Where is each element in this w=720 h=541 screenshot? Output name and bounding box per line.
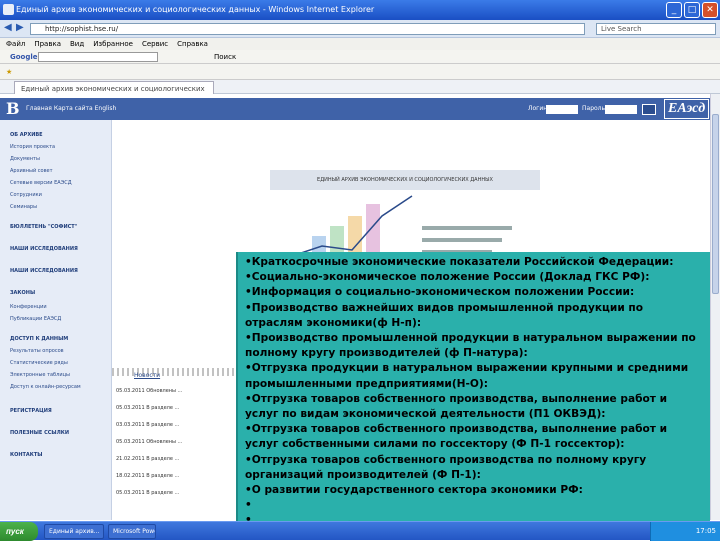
news-item[interactable]: 05.03.2011 В разделе ... (116, 400, 242, 417)
forward-icon[interactable]: ▶ (16, 22, 24, 33)
sidebar-item[interactable]: ОБ АРХИВЕ (10, 132, 43, 138)
sidebar-item[interactable]: РЕГИСТРАЦИЯ (10, 408, 52, 414)
favorites-star-icon[interactable]: ★ (6, 64, 12, 80)
taskbar-task[interactable]: Единый архив... (44, 524, 104, 539)
close-button[interactable]: ✕ (702, 2, 718, 18)
back-icon[interactable]: ◀ (4, 22, 12, 33)
overlay-line: •Социально-экономическое положение Росси… (245, 271, 650, 284)
news-item[interactable]: 05.03.2011 Обновлены ... (116, 434, 242, 451)
overlay-line: •О развитии государственного сектора эко… (245, 484, 583, 497)
sidebar-item[interactable]: Конференции (10, 304, 47, 310)
menu-bar: Файл Правка Вид Избранное Сервис Справка (0, 38, 720, 50)
news-item[interactable]: 05.03.2011 В разделе ... (116, 485, 242, 502)
notebook-spiral (112, 368, 242, 376)
news-list: 05.03.2011 Обновлены ... 05.03.2011 В ра… (112, 383, 242, 520)
overlay-line: •Отгрузка товаров собственного производс… (245, 423, 668, 451)
sidebar-item[interactable]: Сетевые версии ЕАЭСД (10, 180, 72, 186)
favorites-bar: ★ (0, 64, 720, 80)
menu-edit[interactable]: Правка (34, 38, 61, 50)
sidebar-item[interactable]: Публикации ЕАЭСД (10, 316, 61, 322)
sidebar-item[interactable]: ЗАКОНЫ (10, 290, 35, 296)
google-label: Google (10, 53, 38, 61)
sidebar-item[interactable]: Документы (10, 156, 40, 162)
overlay-line: •Отгрузка продукции в натуральном выраже… (245, 362, 689, 390)
sidebar-item[interactable]: НАШИ ИССЛЕДОВАНИЯ (10, 268, 78, 274)
password-label: Пароль (582, 105, 606, 112)
browser-tab[interactable]: Единый архив экономических и социологиче… (14, 81, 214, 107)
search-input[interactable]: Live Search (596, 23, 716, 35)
sidebar-item[interactable]: НАШИ ИССЛЕДОВАНИЯ (10, 246, 78, 252)
overlay-line: •Отгрузка товаров собственного производс… (245, 392, 668, 421)
vertical-scrollbar[interactable] (710, 94, 720, 520)
overlay-line: •Краткосрочные экономические показатели … (245, 256, 674, 268)
taskbar: пуск Единый архив... Microsoft PowerPoin… (0, 521, 720, 541)
browser-title-bar: Единый архив экономических и социологиче… (0, 0, 720, 20)
news-item[interactable]: 21.02.2011 В разделе ... (116, 451, 242, 468)
menu-view[interactable]: Вид (70, 38, 84, 50)
sidebar-item[interactable]: Семинары (10, 204, 37, 210)
news-item[interactable]: 03.03.2011 В разделе ... (116, 417, 242, 434)
menu-favorites[interactable]: Избранное (93, 38, 133, 50)
maximize-button[interactable]: □ (684, 2, 700, 18)
clock: 17:05 (695, 527, 716, 535)
overlay-line: • (245, 499, 252, 512)
sidebar-item[interactable]: Результаты опросов (10, 348, 64, 354)
sidebar-item[interactable]: Архивный совет (10, 168, 53, 174)
overlay-line: •Производство важнейших видов промышленн… (245, 301, 644, 329)
sidebar-item[interactable]: Сотрудники (10, 192, 42, 198)
tab-row: Единый архив экономических и социологиче… (0, 80, 720, 107)
scroll-thumb[interactable] (712, 114, 719, 294)
sidebar-item[interactable]: ДОСТУП К ДАННЫМ (10, 336, 68, 342)
login-label: Логин (528, 105, 548, 112)
window-title: Единый архив экономических и социологиче… (16, 5, 375, 14)
menu-tools[interactable]: Сервис (142, 38, 168, 50)
sidebar-item[interactable]: Доступ к онлайн-ресурсам (10, 384, 81, 390)
ie-icon (3, 4, 14, 15)
start-button[interactable]: пуск (0, 522, 38, 541)
minimize-button[interactable]: _ (666, 2, 682, 18)
login-button[interactable] (642, 104, 656, 115)
site-nav[interactable]: Главная Карта сайта English (26, 98, 116, 120)
indicators-overlay: •Краткосрочные экономические показатели … (236, 252, 710, 526)
overlay-line: •Отгрузка товаров собственного производс… (245, 453, 647, 481)
menu-file[interactable]: Файл (6, 38, 25, 50)
sidebar-item[interactable]: БЮЛЛЕТЕНЬ "СОФИСТ" (10, 224, 77, 230)
google-toolbar: Google Поиск (0, 50, 720, 64)
taskbar-task[interactable]: Microsoft PowerPoint... (108, 524, 156, 539)
hse-logo: В (6, 99, 20, 118)
sidebar-item[interactable]: ПОЛЕЗНЫЕ ССЫЛКИ (10, 430, 69, 436)
news-item[interactable]: 18.02.2011 В разделе ... (116, 468, 242, 485)
overlay-line: •Производство промышленной продукции в н… (245, 332, 696, 360)
login-input[interactable] (546, 105, 578, 114)
menu-help[interactable]: Справка (177, 38, 208, 50)
google-search-button[interactable]: Поиск (214, 50, 236, 64)
news-tab[interactable]: Новости (134, 372, 160, 379)
site-header: В Главная Карта сайта English Логин Паро… (0, 98, 710, 120)
overlay-line: •Информация о социально-экономическом по… (245, 286, 635, 299)
address-bar: ◀ ▶ http://sophist.hse.ru/ Live Search (0, 20, 720, 38)
sidebar-item[interactable]: Статистические ряды (10, 360, 68, 366)
sidebar-item[interactable]: Электронные таблицы (10, 372, 70, 378)
system-tray: 17:05 (650, 522, 720, 541)
site-brand: ЕАэсд (664, 99, 710, 119)
news-item[interactable]: 05.03.2011 Обновлены ... (116, 383, 242, 400)
sidebar-item[interactable]: История проекта (10, 144, 55, 150)
sidebar: ОБ АРХИВЕ История проекта Документы Архи… (0, 120, 112, 520)
password-input[interactable] (605, 105, 637, 114)
sidebar-item[interactable]: КОНТАКТЫ (10, 452, 42, 458)
google-search-input[interactable] (38, 52, 158, 62)
url-input[interactable]: http://sophist.hse.ru/ (30, 23, 585, 35)
